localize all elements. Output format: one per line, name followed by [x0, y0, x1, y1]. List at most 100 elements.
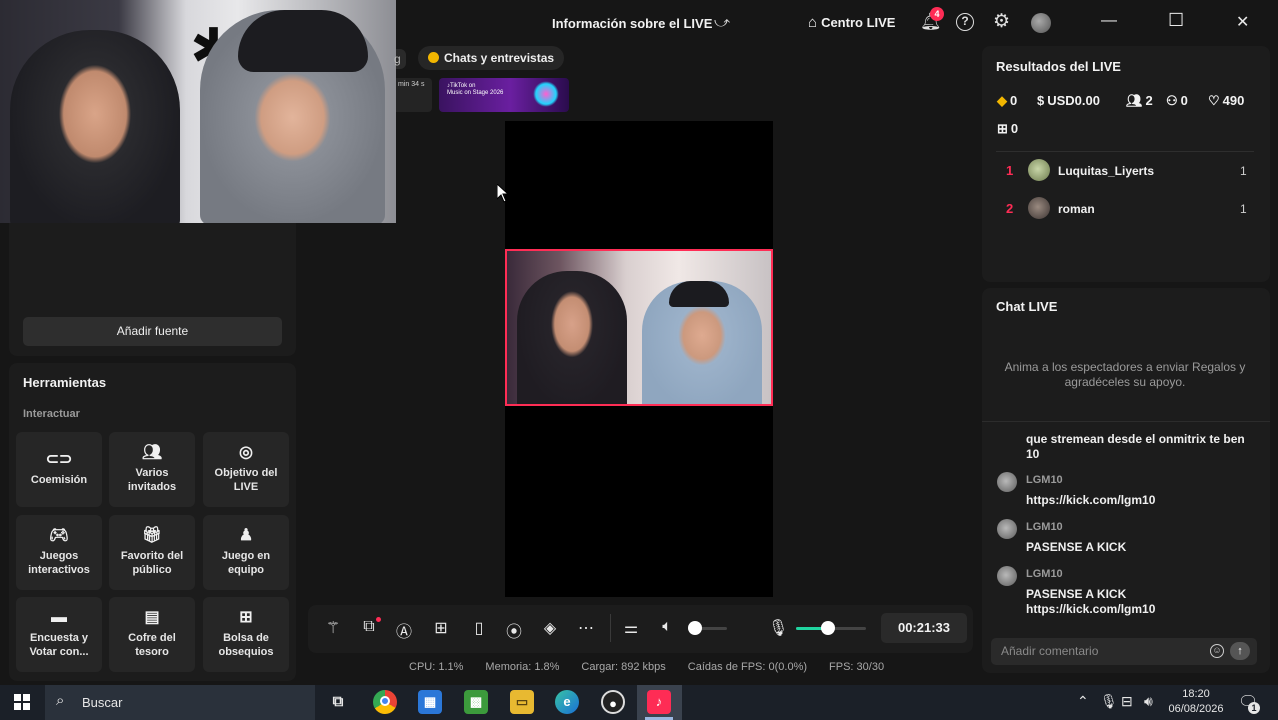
notification-count-badge: 1 — [1248, 702, 1260, 714]
webcam-overlay: ✱ — [0, 0, 396, 223]
help-icon[interactable]: ? — [956, 13, 974, 31]
volume-icon[interactable]: 🔊︎ — [1144, 693, 1153, 710]
emoji-icon[interactable]: ☺ — [1210, 644, 1224, 658]
profile-avatar[interactable] — [1031, 13, 1051, 33]
tab-partial-label: g — [394, 52, 401, 66]
tool-label: Cofre del — [128, 632, 176, 644]
live-info-title[interactable]: Información sobre el LIVE — [552, 16, 712, 31]
tool-varios-invitados[interactable]: 👥︎ Varios invitados — [109, 432, 195, 507]
network-icon[interactable]: ⊟ — [1121, 693, 1133, 710]
tool-favorito-publico[interactable]: 🎁︎ Favorito del público — [109, 515, 195, 590]
ai-icon[interactable]: Ⓐ — [394, 618, 414, 642]
rank-username[interactable]: Luquitas_Liyerts — [1058, 164, 1154, 178]
speaker-icon[interactable]: 🔈︎ — [657, 618, 677, 636]
tool-label: invitados — [127, 481, 177, 493]
chest-icon: ▤ — [144, 609, 160, 626]
mic-slider[interactable] — [796, 621, 866, 635]
target-icon: ◎ — [239, 444, 253, 461]
heart-icon: ♡ — [1208, 93, 1220, 108]
more-icon[interactable]: ⋯ — [576, 618, 596, 638]
live-timer: 00:21:33 — [881, 613, 967, 643]
tool-juego-equipo[interactable]: ♟ Juego en equipo — [203, 515, 289, 590]
minimize-button[interactable]: — — [1101, 12, 1117, 30]
send-icon[interactable]: ↑ — [1230, 642, 1250, 660]
avatar[interactable] — [997, 519, 1017, 539]
add-source-button[interactable]: Añadir fuente — [23, 317, 282, 346]
store-icon[interactable]: ▦ — [418, 690, 442, 714]
gift-icon: ⊞ — [997, 121, 1008, 136]
tool-objetivo-live[interactable]: ◎ Objetivo del LIVE — [203, 432, 289, 507]
magic-wand-icon[interactable]: ⚚ — [323, 618, 343, 638]
diamonds-value: 0 — [1010, 93, 1018, 108]
volume-knob[interactable] — [688, 621, 702, 635]
diamonds-stat: ◆ 0 — [997, 93, 1017, 109]
tool-label: Juego en — [221, 550, 271, 562]
camera-source-selected[interactable] — [505, 249, 773, 406]
users-icon: 👥︎ — [141, 444, 163, 461]
viewers-icon: 👥︎ — [1126, 93, 1143, 108]
tool-label: público — [132, 564, 172, 576]
tool-label: equipo — [227, 564, 265, 576]
tool-label: Juegos — [39, 550, 79, 562]
taskbar-search[interactable]: Buscar — [45, 685, 315, 720]
chat-message-text: PASENSE A KICK https://kick.com/lgm10 — [1026, 587, 1156, 616]
obs-icon[interactable]: ● — [601, 690, 625, 714]
tiktok-live-studio-window: Información sobre el LIVE ⤻ ⌂ Centro LIVE… — [0, 0, 1278, 685]
mic-knob[interactable] — [820, 621, 835, 635]
maximize-button[interactable]: ☐ — [1168, 10, 1184, 31]
chrome-icon[interactable] — [373, 690, 397, 714]
centro-live-button[interactable]: ⌂ Centro LIVE — [808, 14, 895, 31]
search-icon: ⌕ — [56, 692, 65, 709]
camera-effect-icon[interactable]: ◈ — [540, 618, 560, 638]
tool-label: Varios — [135, 467, 169, 479]
tool-bolsa-obsequios[interactable]: ⊞ Bolsa de obsequios — [203, 597, 289, 672]
tiktok-live-studio-icon[interactable]: ♪ — [647, 690, 671, 714]
tool-label: Bolsa de — [223, 632, 269, 644]
event-banner[interactable]: ♪TikTok on Music on Stage 2026 — [439, 78, 569, 112]
close-button[interactable]: ✕ — [1236, 12, 1249, 32]
phone-layout-icon[interactable]: ▯ — [469, 618, 489, 638]
settings-sliders-icon[interactable]: ⚌ — [621, 618, 641, 638]
tool-juegos-interactivos[interactable]: 🎮︎ Juegos interactivos — [16, 515, 102, 590]
chat-hint: Anima a los espectadores a enviar Regalo… — [1004, 360, 1246, 389]
avatar[interactable] — [1028, 197, 1050, 219]
gear-icon[interactable]: ⚙ — [993, 10, 1010, 33]
tool-encuesta[interactable]: ▬ Encuesta y Votar con... — [16, 597, 102, 672]
cap — [669, 281, 729, 307]
chat-username[interactable]: LGM10 — [1026, 521, 1063, 533]
record-icon[interactable]: ⦿ — [504, 618, 524, 642]
tool-cofre-tesoro[interactable]: ▤ Cofre del tesoro — [109, 597, 195, 672]
tools-title: Herramientas — [23, 375, 107, 390]
microphone-icon[interactable]: 🎙︎ — [768, 618, 788, 638]
timer-banner[interactable]: min 34 s — [396, 78, 432, 112]
file-explorer-icon[interactable]: ▭ — [510, 690, 534, 714]
minecraft-icon[interactable]: ▩ — [464, 690, 488, 714]
chevron-up-icon[interactable]: ⌃ — [1077, 693, 1089, 710]
viewers-stat: 👥︎ 2 — [1126, 93, 1153, 109]
taskbar-clock[interactable]: 18:20 06/08/2026 — [1166, 687, 1226, 717]
tab-partial[interactable]: g — [394, 49, 406, 69]
tab-chats-entrevistas[interactable]: Chats y entrevistas — [418, 46, 565, 70]
chat-username[interactable]: LGM10 — [1026, 568, 1063, 580]
rank-username[interactable]: roman — [1058, 202, 1095, 216]
followers-value: 0 — [1180, 93, 1188, 108]
tool-label: LIVE — [233, 481, 259, 493]
avatar[interactable] — [1028, 159, 1050, 181]
tool-coemision[interactable]: ⊂⊃ Coemisión — [16, 432, 102, 507]
task-view-icon[interactable]: ⧉ — [326, 690, 350, 714]
avatar[interactable] — [997, 472, 1017, 492]
edge-icon[interactable]: e — [555, 690, 579, 714]
cpu-stat: CPU: 1.1% — [409, 661, 464, 673]
windows-start-icon[interactable] — [14, 694, 30, 710]
volume-slider[interactable] — [688, 621, 727, 635]
avatar[interactable] — [997, 566, 1017, 586]
microphone-icon[interactable]: 🎙︎ — [1100, 693, 1118, 710]
add-scene-icon[interactable]: ⊞ — [431, 618, 451, 638]
upload-stat: Cargar: 892 kbps — [581, 661, 666, 673]
chat-username[interactable]: LGM10 — [1026, 474, 1063, 486]
coin-icon — [428, 52, 439, 63]
share-icon[interactable]: ⤻ — [714, 14, 730, 31]
performance-stats: CPU: 1.1% Memoria: 1.8% Cargar: 892 kbps Ca… — [409, 661, 906, 673]
tool-label: Favorito del — [120, 550, 184, 562]
home-icon: ⌂ — [808, 14, 818, 31]
